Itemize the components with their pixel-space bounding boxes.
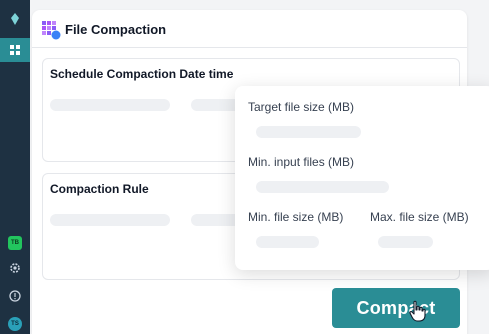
- diamond-logo-icon[interactable]: [8, 12, 22, 26]
- max-file-size-label: Max. file size (MB): [370, 210, 469, 224]
- grid-icon: [10, 45, 20, 55]
- workspace-badge[interactable]: TB: [8, 236, 22, 250]
- page-title: File Compaction: [65, 22, 167, 37]
- file-compaction-icon: [42, 21, 61, 40]
- hand-cursor-icon: [409, 300, 426, 322]
- min-file-size-input[interactable]: [256, 236, 319, 248]
- target-file-size-label: Target file size (MB): [248, 100, 355, 114]
- compact-button[interactable]: Compact: [332, 288, 460, 328]
- schedule-date-placeholder: [50, 99, 170, 111]
- settings-icon[interactable]: [8, 261, 22, 275]
- schedule-title: Schedule Compaction Date time: [50, 67, 234, 81]
- file-size-popover: Target file size (MB) Min. input files (…: [235, 86, 489, 270]
- compaction-rule-title: Compaction Rule: [50, 182, 149, 196]
- card-header: File Compaction: [32, 10, 467, 48]
- help-icon[interactable]: [8, 289, 22, 303]
- min-input-files-input[interactable]: [256, 181, 389, 193]
- min-input-files-label: Min. input files (MB): [248, 155, 355, 169]
- sidebar: TB TS: [0, 0, 30, 334]
- sidebar-item-grid[interactable]: [0, 38, 30, 62]
- avatar[interactable]: TS: [8, 317, 22, 331]
- rule-field-placeholder: [50, 214, 170, 226]
- target-file-size-input[interactable]: [256, 126, 361, 138]
- max-file-size-input[interactable]: [378, 236, 433, 248]
- min-file-size-label: Min. file size (MB): [248, 210, 344, 224]
